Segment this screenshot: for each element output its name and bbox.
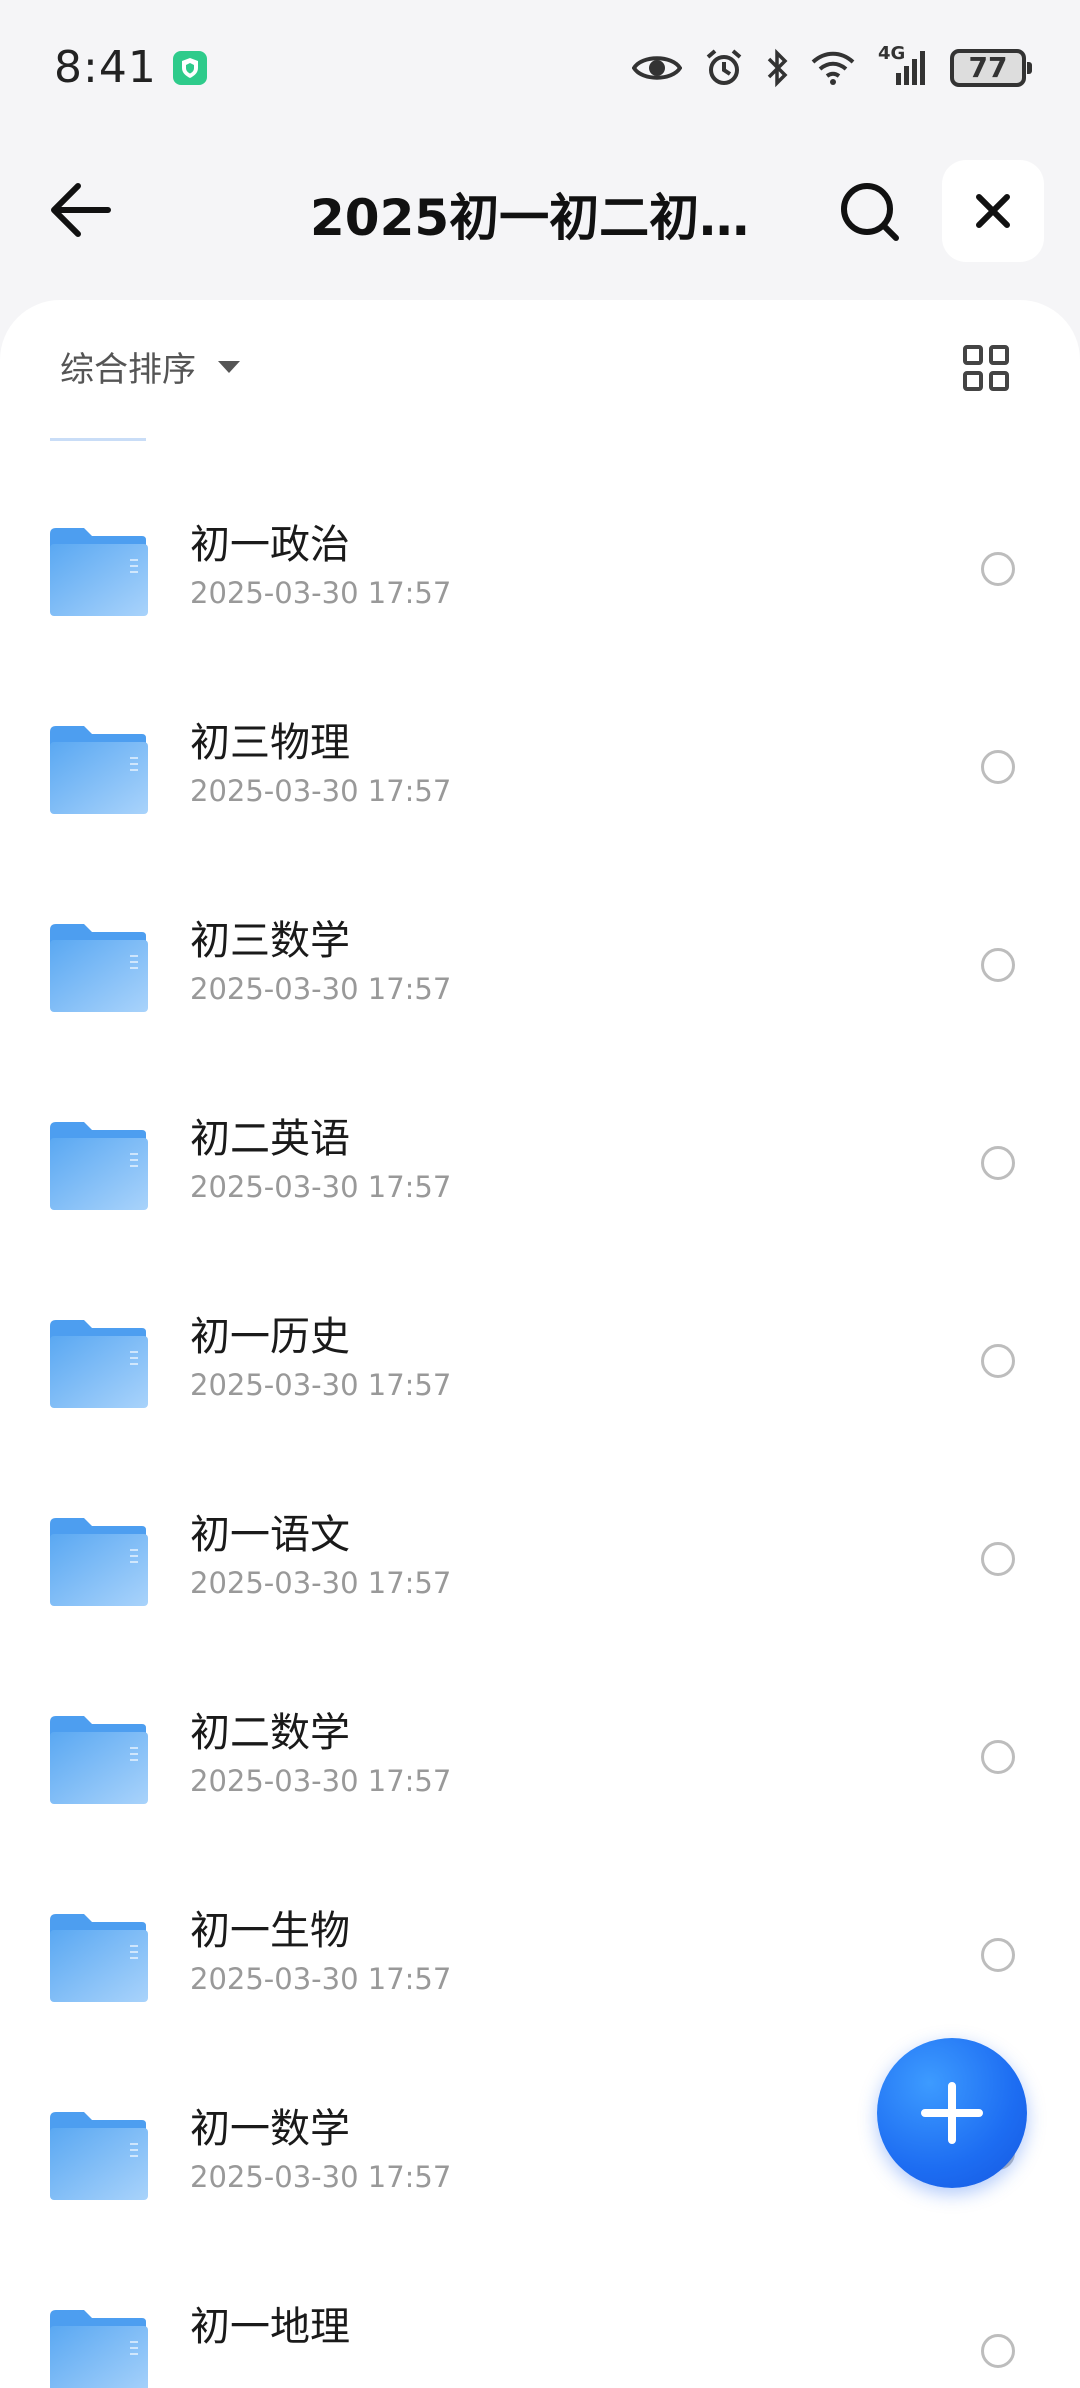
folder-list-item[interactable]: 初二数学 2025-03-30 17:57 bbox=[0, 1664, 1080, 1862]
folder-name: 初一历史 bbox=[190, 1314, 350, 1360]
alarm-icon bbox=[704, 48, 744, 88]
select-radio[interactable] bbox=[981, 1740, 1015, 1774]
folder-list-item[interactable]: 初三数学 2025-03-30 17:57 bbox=[0, 872, 1080, 1070]
partial-list-item bbox=[50, 438, 146, 441]
folder-icon bbox=[50, 1516, 148, 1608]
folder-date: 2025-03-30 17:57 bbox=[190, 1566, 452, 1600]
folder-name: 初二英语 bbox=[190, 1116, 350, 1162]
folder-date: 2025-03-30 17:57 bbox=[190, 576, 452, 610]
folder-icon bbox=[50, 1120, 148, 1212]
folder-list-item[interactable]: 初一语文 2025-03-30 17:57 bbox=[0, 1466, 1080, 1664]
grid-view-icon[interactable] bbox=[962, 344, 1010, 392]
shield-icon bbox=[172, 50, 207, 85]
select-radio[interactable] bbox=[981, 750, 1015, 784]
folder-list-item[interactable]: 初一历史 2025-03-30 17:57 bbox=[0, 1268, 1080, 1466]
folder-name: 初一数学 bbox=[190, 2106, 350, 2152]
close-button[interactable] bbox=[942, 160, 1044, 262]
status-bar: 8:41 4G 77 bbox=[0, 0, 1080, 135]
bluetooth-icon bbox=[766, 48, 788, 88]
folder-name: 初一语文 bbox=[190, 1512, 350, 1558]
folder-list-item[interactable]: 初一生物 2025-03-30 17:57 bbox=[0, 1862, 1080, 2060]
wifi-icon bbox=[810, 50, 856, 86]
select-radio[interactable] bbox=[981, 948, 1015, 982]
status-time: 8:41 bbox=[54, 42, 157, 93]
folder-icon bbox=[50, 1318, 148, 1410]
folder-icon bbox=[50, 724, 148, 816]
search-icon[interactable] bbox=[838, 180, 902, 244]
battery-icon: 77 bbox=[950, 48, 1032, 87]
folder-name: 初二数学 bbox=[190, 1710, 350, 1756]
folder-icon bbox=[50, 1714, 148, 1806]
folder-name: 初三物理 bbox=[190, 720, 350, 766]
folder-date: 2025-03-30 17:57 bbox=[190, 1962, 452, 1996]
select-radio[interactable] bbox=[981, 552, 1015, 586]
folder-list-item[interactable]: 初一地理 bbox=[0, 2258, 1080, 2388]
folder-name: 初一地理 bbox=[190, 2304, 350, 2350]
select-radio[interactable] bbox=[981, 1146, 1015, 1180]
folder-icon bbox=[50, 526, 148, 618]
select-radio[interactable] bbox=[981, 1938, 1015, 1972]
folder-name: 初一政治 bbox=[190, 522, 350, 568]
network-type: 4G bbox=[878, 42, 906, 64]
folder-date: 2025-03-30 17:57 bbox=[190, 972, 452, 1006]
sort-dropdown[interactable]: 综合排序 bbox=[60, 342, 240, 391]
back-arrow-icon[interactable] bbox=[46, 180, 114, 240]
folder-name: 初三数学 bbox=[190, 918, 350, 964]
folder-date: 2025-03-30 17:57 bbox=[190, 2160, 452, 2194]
select-radio[interactable] bbox=[981, 2334, 1015, 2368]
header: 2025初一初二初三... bbox=[0, 150, 1080, 270]
select-radio[interactable] bbox=[981, 1344, 1015, 1378]
folder-list-item[interactable]: 初一政治 2025-03-30 17:57 bbox=[0, 476, 1080, 674]
folder-date: 2025-03-30 17:57 bbox=[190, 1170, 452, 1204]
folder-icon bbox=[50, 2110, 148, 2202]
plus-icon bbox=[921, 2082, 983, 2144]
folder-date: 2025-03-30 17:57 bbox=[190, 1368, 452, 1402]
signal-icon: 4G bbox=[878, 43, 928, 87]
folder-icon bbox=[50, 1912, 148, 2004]
folder-icon bbox=[50, 2308, 148, 2388]
add-button[interactable] bbox=[877, 2038, 1027, 2188]
select-radio[interactable] bbox=[981, 1542, 1015, 1576]
sort-label: 综合排序 bbox=[60, 350, 196, 390]
eye-icon bbox=[632, 51, 682, 85]
folder-list-item[interactable]: 初三物理 2025-03-30 17:57 bbox=[0, 674, 1080, 872]
folder-name: 初一生物 bbox=[190, 1908, 350, 1954]
battery-level: 77 bbox=[968, 51, 1008, 84]
folder-list-item[interactable]: 初二英语 2025-03-30 17:57 bbox=[0, 1070, 1080, 1268]
close-icon bbox=[976, 194, 1010, 228]
page-title: 2025初一初二初三... bbox=[310, 189, 780, 247]
folder-date: 2025-03-30 17:57 bbox=[190, 774, 452, 808]
folder-icon bbox=[50, 922, 148, 1014]
folder-date: 2025-03-30 17:57 bbox=[190, 1764, 452, 1798]
caret-down-icon bbox=[218, 360, 240, 373]
